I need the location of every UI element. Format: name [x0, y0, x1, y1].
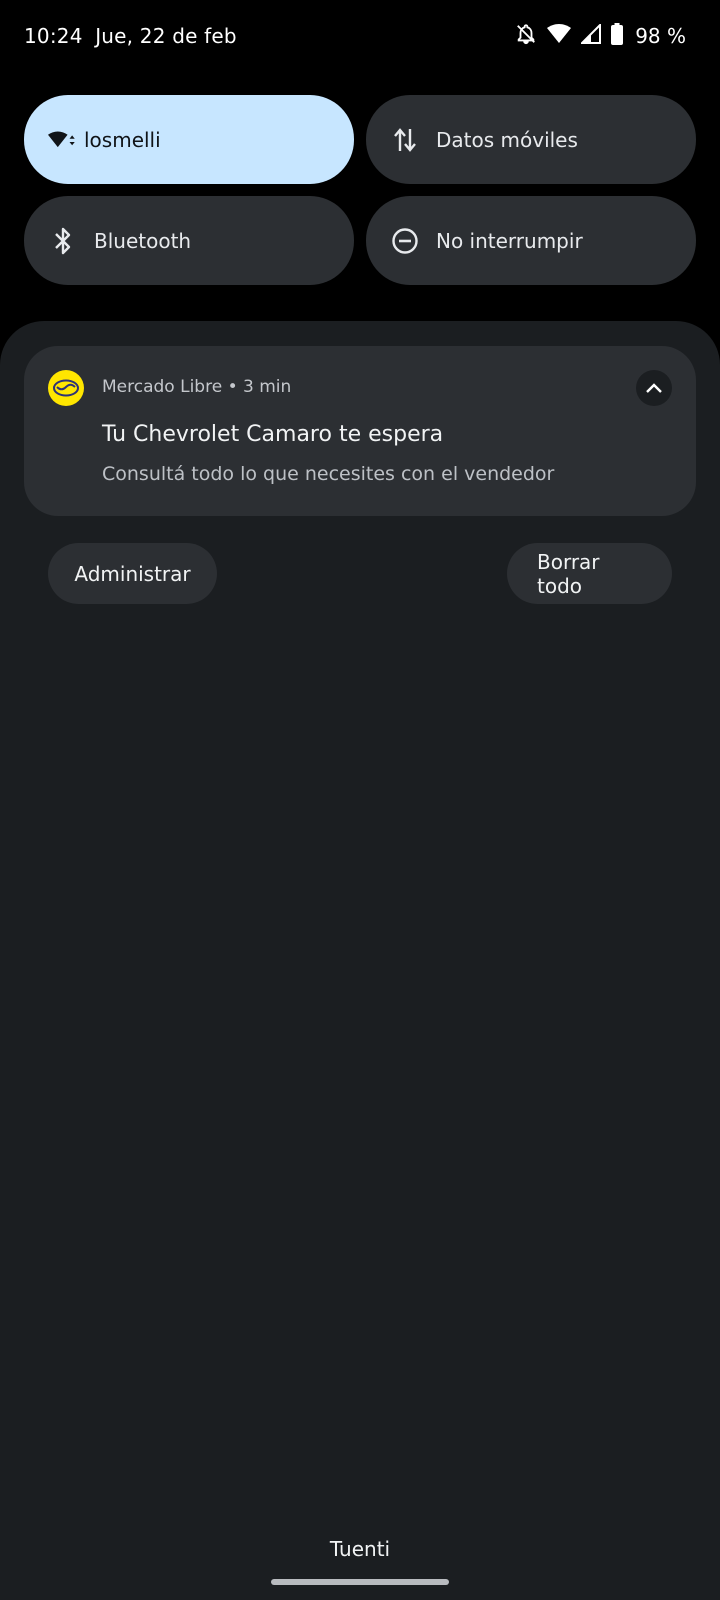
carrier-label: Tuenti [329, 1537, 391, 1561]
tile-mobile-data[interactable]: Datos móviles [366, 95, 696, 184]
chevron-up-icon [645, 379, 663, 398]
wifi-icon [48, 125, 78, 155]
tile-mobile-data-label: Datos móviles [436, 127, 578, 152]
notification-card[interactable]: Mercado Libre • 3 min Tu Chevrolet Camar… [24, 346, 696, 516]
status-date: Jue, 22 de feb [95, 24, 237, 48]
tile-bluetooth[interactable]: Bluetooth [24, 196, 354, 285]
tile-bluetooth-label: Bluetooth [94, 228, 192, 253]
tile-do-not-disturb-label: No interrumpir [436, 228, 583, 253]
battery-icon [611, 23, 624, 49]
bluetooth-icon [48, 226, 78, 256]
mobile-data-icon [390, 125, 420, 155]
mercado-libre-logo-icon [48, 370, 84, 406]
wifi-icon [547, 24, 572, 48]
tile-do-not-disturb[interactable]: No interrumpir [366, 196, 696, 285]
status-time-date: 10:24 Jue, 22 de feb [24, 24, 237, 48]
gesture-handle[interactable] [271, 1579, 449, 1585]
battery-percent: 98 % [635, 24, 686, 48]
status-bar: 10:24 Jue, 22 de feb 98 % [0, 0, 720, 72]
notification-header: Mercado Libre • 3 min [102, 377, 292, 397]
status-icons: 98 % [515, 22, 686, 50]
status-time: 10:24 [24, 24, 83, 48]
manage-button[interactable]: Administrar [48, 543, 217, 604]
clear-all-button[interactable]: Borrar todo [507, 543, 672, 604]
do-not-disturb-icon [390, 226, 420, 256]
notification-title: Tu Chevrolet Camaro te espera [102, 422, 444, 447]
notifications-off-icon [515, 23, 537, 49]
tile-wifi-label: losmelli [84, 127, 161, 152]
notification-text: Consultá todo lo que necesites con el ve… [102, 463, 555, 485]
notification-expand-button[interactable] [636, 370, 672, 406]
cell-signal-icon [579, 22, 602, 48]
tile-wifi[interactable]: losmelli [24, 95, 354, 184]
